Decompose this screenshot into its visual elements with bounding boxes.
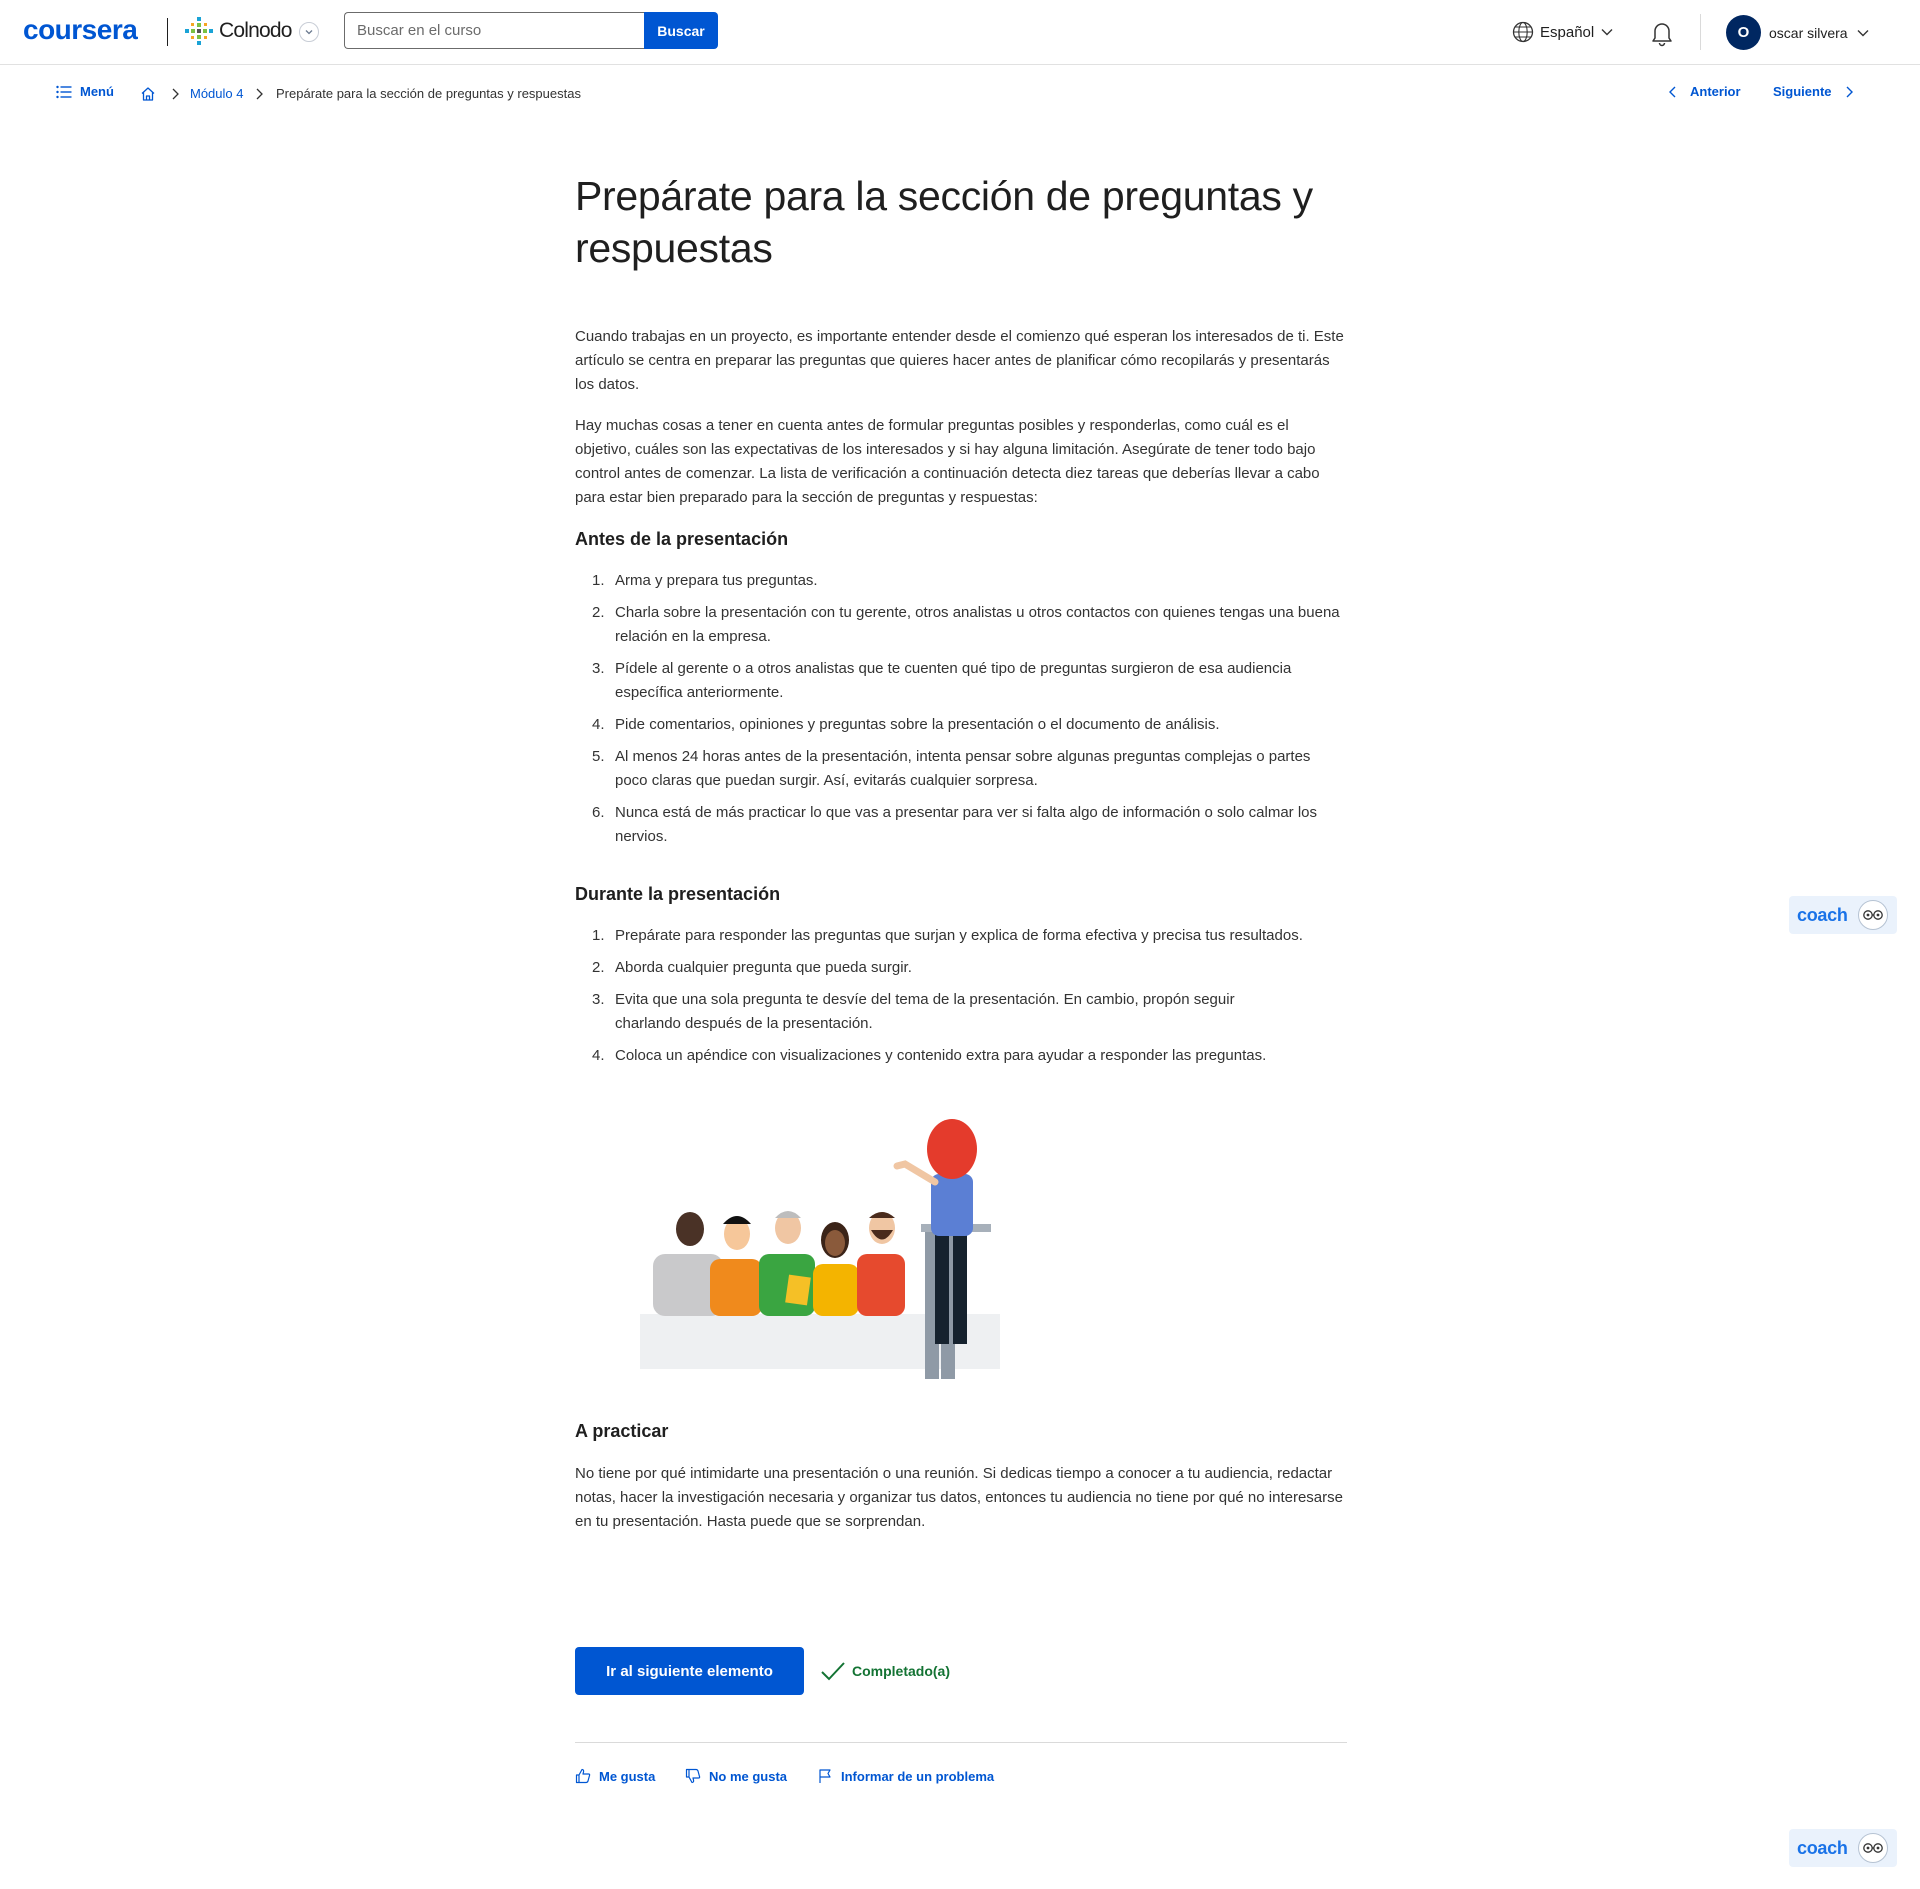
- notifications-bell-icon[interactable]: [1649, 19, 1675, 47]
- previous-item-button[interactable]: Anterior: [1668, 84, 1741, 99]
- list-item: 3. Pídele al gerente o a otros analistas …: [592, 660, 1292, 701]
- colnodo-logo-icon: [185, 17, 213, 45]
- before-presentation-list: 1. Arma y prepara tus preguntas. 2. Charla…: [575, 569, 1347, 857]
- avatar: O: [1726, 15, 1761, 50]
- checkmark-icon: [821, 1662, 845, 1681]
- chevron-right-icon: [172, 88, 179, 100]
- report-label: Informar de un problema: [841, 1768, 995, 1784]
- list-menu-icon: [56, 85, 72, 98]
- user-name: oscar silvera: [1769, 24, 1848, 41]
- coach-button[interactable]: coach: [1789, 896, 1897, 934]
- list-item: 1. Prepárate para responder las preguntas…: [592, 927, 1303, 944]
- list-item: 6. Nunca está de más practicar lo que vas…: [592, 804, 1318, 845]
- completed-label: Completado(a): [852, 1663, 950, 1679]
- home-icon[interactable]: [140, 86, 156, 102]
- logo-divider: [167, 18, 168, 46]
- language-selector[interactable]: Español: [1512, 21, 1614, 43]
- section-heading-practice: A practicar: [575, 1421, 669, 1441]
- flag-icon: [819, 1769, 831, 1783]
- coursera-logo[interactable]: coursera: [23, 14, 138, 46]
- coach-label: coach: [1797, 904, 1848, 925]
- menu-label: Menú: [80, 84, 114, 99]
- coach-label: coach: [1797, 1837, 1848, 1858]
- list-item: 4. Pide comentarios, opiniones y pregunta…: [592, 716, 1220, 733]
- dislike-label: No me gusta: [709, 1768, 788, 1784]
- next-item-button[interactable]: Siguiente: [1773, 84, 1854, 99]
- list-item: 3. Evita que una sola pregunta te desvíe …: [592, 991, 1235, 1032]
- chevron-left-icon: [1669, 86, 1676, 97]
- partner-dropdown-button[interactable]: [299, 22, 319, 42]
- completed-status: Completado(a): [820, 1660, 950, 1682]
- list-item: 4. Coloca un apéndice con visualizaciones…: [592, 1047, 1267, 1064]
- chevron-down-icon: [1601, 29, 1613, 36]
- partner-logo[interactable]: Colnodo: [183, 14, 292, 48]
- chevron-right-icon: [1846, 86, 1853, 97]
- page-title: Prepárate para la sección de preguntas y…: [575, 173, 1313, 271]
- course-search-input[interactable]: [344, 12, 644, 49]
- intro-paragraph-2: Hay muchas cosas a tener en cuenta antes…: [575, 417, 1320, 506]
- coach-glasses-icon: [1857, 1833, 1888, 1863]
- breadcrumb: Menú Módulo 4 Prepárate para la sección …: [0, 84, 1920, 108]
- user-menu[interactable]: O oscar silvera: [1726, 15, 1870, 50]
- header-divider: [1700, 14, 1701, 50]
- top-navigation-bar: coursera Colnodo Buscar en el curso Busc…: [0, 0, 1920, 65]
- intro-paragraph: Cuando trabajas en un proyecto, es impor…: [575, 328, 1344, 393]
- breadcrumb-current-item: Prepárate para la sección de preguntas y…: [276, 86, 581, 101]
- section-heading-during: Durante la presentación: [575, 884, 781, 904]
- reading-article: Prepárate para la sección de preguntas y…: [575, 170, 1347, 1784]
- coach-glasses-icon: [1857, 900, 1888, 930]
- chevron-down-icon: [1857, 29, 1869, 36]
- list-item: 1. Arma y prepara tus preguntas.: [592, 572, 818, 589]
- globe-icon: [1512, 21, 1534, 43]
- divider: [575, 1742, 1347, 1743]
- coach-button[interactable]: coach: [1789, 1829, 1897, 1867]
- dislike-button[interactable]: No me gusta: [685, 1768, 787, 1784]
- section-heading-before: Antes de la presentación: [575, 529, 789, 549]
- course-menu-button[interactable]: Menú: [56, 84, 114, 99]
- like-label: Me gusta: [599, 1768, 656, 1784]
- thumbs-up-icon: [575, 1768, 591, 1784]
- next-item-cta-button[interactable]: Ir al siguiente elemento: [575, 1647, 804, 1695]
- language-label: Español: [1540, 23, 1595, 41]
- search-button[interactable]: Buscar: [644, 12, 718, 49]
- during-presentation-list: 1. Prepárate para responder las preguntas…: [575, 924, 1347, 1076]
- chevron-right-icon: [256, 88, 263, 100]
- report-problem-button[interactable]: Informar de un problema: [817, 1768, 994, 1784]
- list-item: 2. Aborda cualquier pregunta que pueda su…: [592, 959, 912, 976]
- previous-label: Anterior: [1690, 84, 1741, 99]
- presentation-audience-illustration: [640, 1119, 1000, 1379]
- list-item: 2. Charla sobre la presentación con tu ge…: [592, 604, 1340, 645]
- next-label: Siguiente: [1773, 84, 1832, 99]
- list-item: 5. Al menos 24 horas antes de la presenta…: [592, 748, 1311, 789]
- chevron-down-icon: [305, 30, 313, 35]
- like-button[interactable]: Me gusta: [575, 1768, 655, 1784]
- breadcrumb-module-link[interactable]: Módulo 4: [190, 86, 243, 101]
- partner-name: Colnodo: [219, 19, 292, 42]
- practice-paragraph: No tiene por qué intimidarte una present…: [575, 1465, 1343, 1530]
- thumbs-down-icon: [685, 1768, 701, 1784]
